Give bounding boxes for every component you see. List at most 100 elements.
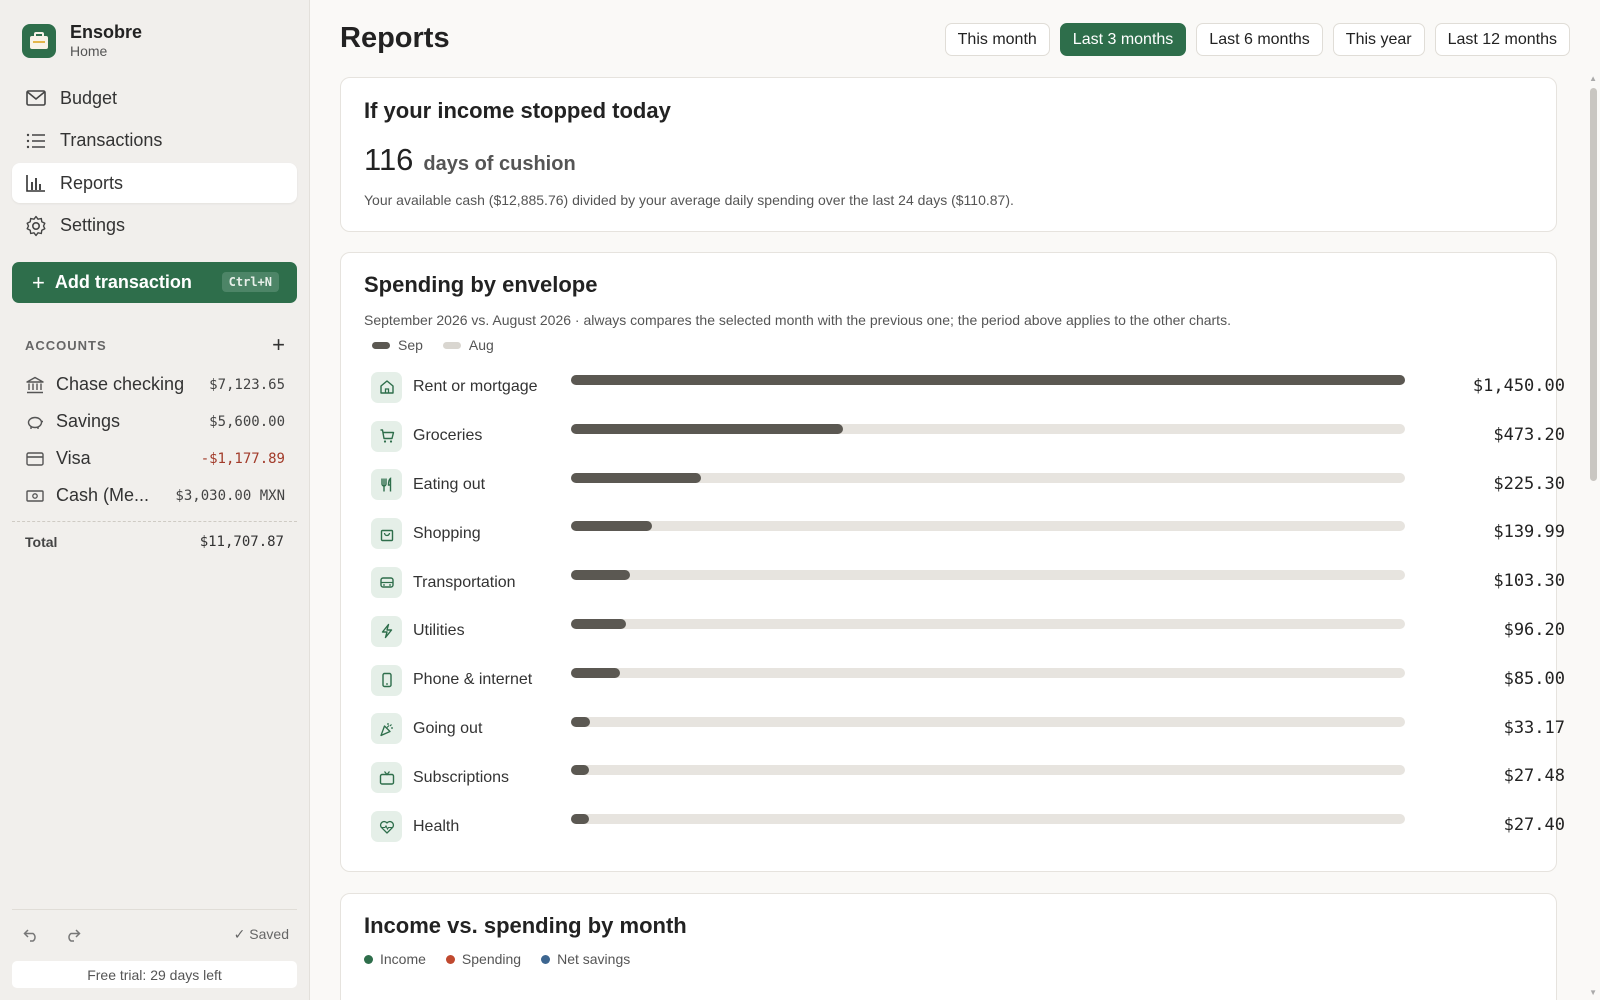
envelope-name: Phone & internet <box>413 671 533 689</box>
envelope-amount: $96.20 <box>1503 619 1565 640</box>
accounts-header: ACCOUNTS + <box>25 334 285 356</box>
range-tab-last-12-months[interactable]: Last 12 months <box>1434 23 1570 56</box>
app-name: Ensobre <box>70 22 143 42</box>
envelope-amount: $85.00 <box>1503 668 1565 689</box>
income-vs-spending-card: Income vs. spending by month Income Spen… <box>340 893 1557 1000</box>
heart-pulse-icon <box>371 811 402 843</box>
envelope-row[interactable]: Transportation $103.30 <box>364 558 1565 607</box>
envelope-bar-track <box>571 423 1405 434</box>
account-balance: -$1,177.89 <box>200 450 285 467</box>
legend-label: Net savings <box>557 951 631 967</box>
accounts-total: Total $11,707.87 <box>12 521 297 550</box>
main-nav: Budget Transactions Reports Settings <box>12 78 297 248</box>
account-balance: $3,030.00 MXN <box>175 487 285 504</box>
brand[interactable]: Ensobre Home <box>22 22 142 60</box>
account-name: Chase checking <box>56 374 185 394</box>
cushion-title: If your income stopped today <box>364 98 671 123</box>
gear-icon <box>24 214 48 238</box>
envelope-row[interactable]: Eating out $225.30 <box>364 461 1565 510</box>
envelope-row[interactable]: Groceries $473.20 <box>364 412 1565 461</box>
envelope-bar-sep <box>571 570 631 581</box>
legend-item-spending: Spending <box>445 951 521 967</box>
envelope-row[interactable]: Shopping $139.99 <box>364 509 1565 558</box>
envelope-amount: $103.30 <box>1493 571 1565 592</box>
nav-item-settings[interactable]: Settings <box>12 206 297 246</box>
legend-label: Income <box>380 951 426 967</box>
sidebar-footer: ✓ Saved <box>12 909 297 959</box>
envelope-row[interactable]: Going out $33.17 <box>364 705 1565 754</box>
account-item-chase-checking[interactable]: Chase checking $7,123.65 <box>25 366 285 403</box>
envelope-name: Shopping <box>413 524 481 542</box>
scroll-down-arrow-icon[interactable]: ▼ <box>1589 988 1597 997</box>
legend-item-sep: Sep <box>372 337 423 353</box>
accounts-title: ACCOUNTS <box>25 337 107 353</box>
nav-label: Budget <box>60 87 118 108</box>
envelope-bar-sep <box>571 375 1405 385</box>
shortcut-badge: Ctrl+N <box>221 272 279 292</box>
legend-dot <box>541 954 551 964</box>
range-tab-this-month[interactable]: This month <box>944 23 1050 56</box>
account-item-cash[interactable]: Cash (Me... $3,030.00 MXN <box>25 477 285 514</box>
envelope-icon <box>24 86 48 110</box>
envelope-row[interactable]: Utilities $96.20 <box>364 607 1565 656</box>
sidebar: Ensobre Home Budget Transactions Reports… <box>0 0 310 1000</box>
add-account-icon[interactable]: + <box>272 334 285 356</box>
envelope-amount: $33.17 <box>1503 717 1565 738</box>
income-chart-title: Income vs. spending by month <box>364 913 687 938</box>
income-chart-legend: Income Spending Net savings <box>364 951 1533 967</box>
envelope-row[interactable]: Subscriptions $27.48 <box>364 753 1565 802</box>
scroll-up-arrow-icon[interactable]: ▲ <box>1589 74 1597 83</box>
envelope-row[interactable]: Phone & internet $85.00 <box>364 656 1565 705</box>
spending-title: Spending by envelope <box>364 272 598 297</box>
cushion-metric: 116 days of cushion <box>364 142 1533 178</box>
legend-swatch <box>372 341 390 349</box>
spending-card: Spending by envelope September 2026 vs. … <box>340 252 1565 872</box>
envelope-name: Eating out <box>413 475 486 493</box>
nav-item-reports[interactable]: Reports <box>12 163 297 203</box>
account-balance: $5,600.00 <box>209 413 285 430</box>
account-item-visa[interactable]: Visa -$1,177.89 <box>25 440 285 477</box>
date-range-tabs: This month Last 3 months Last 6 months T… <box>935 23 1570 56</box>
envelope-bar-track <box>571 618 1405 629</box>
envelope-bar-sep <box>571 814 589 825</box>
legend-label: Sep <box>398 337 423 353</box>
cushion-note: Your available cash ($12,885.76) divided… <box>364 192 1014 208</box>
envelope-amount: $139.99 <box>1493 522 1565 543</box>
envelope-bar-sep <box>571 667 620 678</box>
range-tab-last-3-months[interactable]: Last 3 months <box>1059 23 1187 56</box>
envelope-name: Rent or mortgage <box>413 378 538 396</box>
redo-icon[interactable] <box>62 924 84 946</box>
account-name: Visa <box>56 448 91 468</box>
legend-label: Aug <box>468 337 494 353</box>
cash-icon <box>25 486 45 506</box>
total-label: Total <box>25 534 58 550</box>
tv-icon <box>371 762 402 794</box>
utensils-icon <box>371 469 402 501</box>
envelope-name: Going out <box>413 719 483 737</box>
envelope-name: Health <box>413 817 460 835</box>
trial-banner[interactable]: Free trial: 29 days left <box>12 961 297 988</box>
envelope-amount: $27.48 <box>1503 766 1565 787</box>
envelope-bar-track <box>571 472 1405 483</box>
range-tab-this-year[interactable]: This year <box>1332 23 1425 56</box>
envelope-amount: $225.30 <box>1493 473 1565 494</box>
nav-item-transactions[interactable]: Transactions <box>12 121 297 161</box>
envelope-row[interactable]: Health $27.40 <box>364 802 1565 851</box>
home-icon <box>371 371 402 403</box>
add-transaction-label: Add transaction <box>54 272 192 292</box>
saved-status: ✓ Saved <box>233 926 289 942</box>
envelope-name: Subscriptions <box>413 768 510 786</box>
legend-item-net-savings: Net savings <box>541 951 630 967</box>
envelope-row[interactable]: Rent or mortgage $1,450.00 <box>364 363 1565 412</box>
account-item-savings[interactable]: Savings $5,600.00 <box>25 403 285 440</box>
app-subtitle: Home <box>70 43 108 59</box>
undo-icon[interactable] <box>20 924 42 946</box>
nav-item-budget[interactable]: Budget <box>12 78 297 118</box>
range-tab-last-6-months[interactable]: Last 6 months <box>1196 23 1323 56</box>
scrollbar-thumb[interactable] <box>1590 88 1597 481</box>
envelope-bar-sep <box>571 618 627 629</box>
envelope-bar-track <box>571 716 1405 727</box>
envelope-name: Transportation <box>413 573 516 591</box>
account-name: Savings <box>56 411 121 431</box>
add-transaction-button[interactable]: + Add transaction Ctrl+N <box>12 262 297 303</box>
